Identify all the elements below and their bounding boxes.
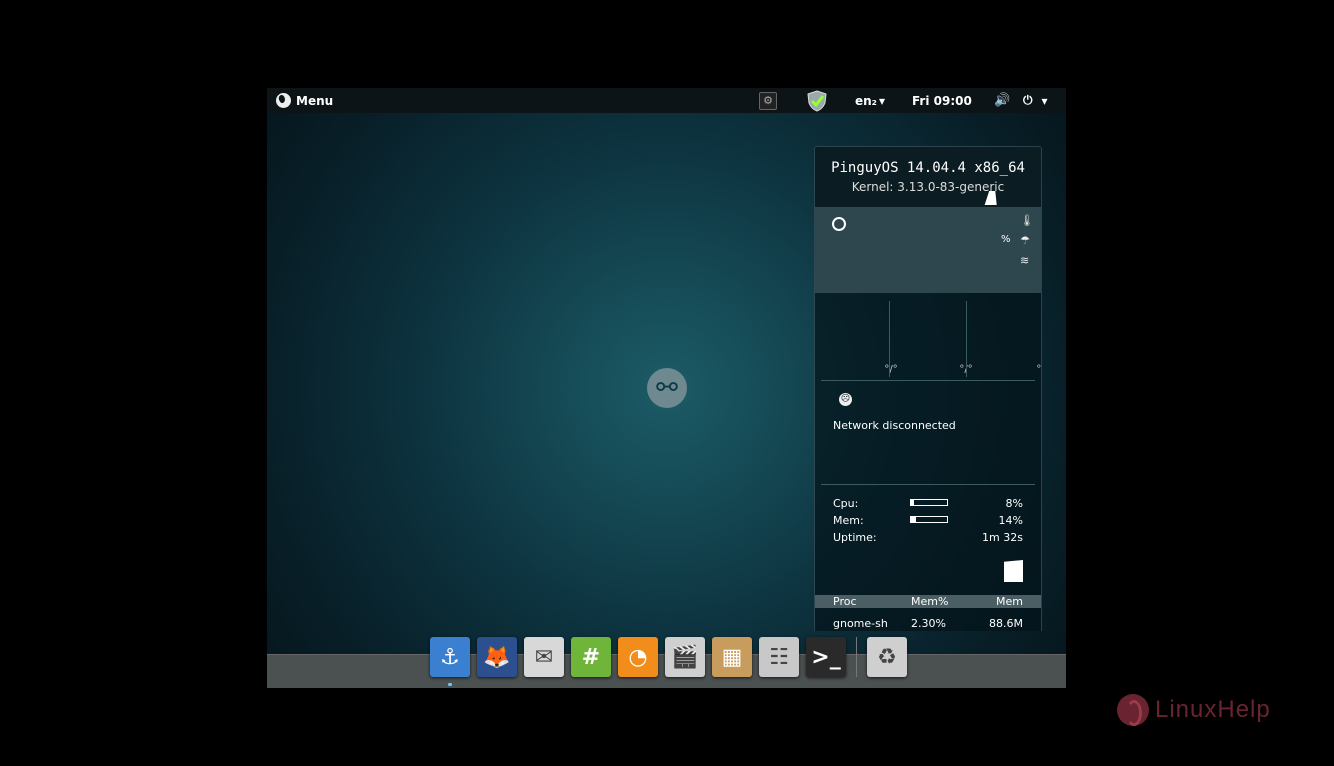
globe-icon	[276, 93, 291, 108]
dock-anchor-icon[interactable]: ⚓	[430, 637, 470, 686]
uptime-label: Uptime:	[833, 531, 877, 544]
mem-row: Mem: 14%	[833, 514, 1023, 528]
proc-mem: 88.6M	[989, 617, 1023, 630]
divider	[821, 484, 1035, 485]
dock-thunderbird-icon[interactable]: ✉	[524, 637, 564, 677]
forecast-day: °/°	[967, 301, 1042, 377]
uptime-row: Uptime: 1m 32s	[833, 531, 1023, 545]
wind-icon: ≋	[1020, 254, 1030, 267]
forecast-temp: °/°	[1036, 364, 1042, 375]
power-icon: ⏻	[1023, 93, 1033, 107]
cpu-graph	[1004, 560, 1023, 582]
language-label: en₂	[855, 93, 877, 108]
uptime-value: 1m 32s	[982, 531, 1023, 544]
os-title: PinguyOS 14.04.4 x86_64	[831, 160, 1025, 176]
umbrella-icon: ☂	[1020, 234, 1030, 247]
top-panel: Menu ⚙ en₂ ▾ Fri 09:00 🔊 ⏻ ▾	[267, 88, 1066, 113]
desktop-screen: Menu ⚙ en₂ ▾ Fri 09:00 🔊 ⏻ ▾ ⚯ PinguyOS …	[267, 88, 1066, 688]
watermark: LinuxHelp	[1117, 694, 1271, 726]
language-indicator[interactable]: en₂ ▾	[855, 88, 885, 113]
mem-column-header: Mem	[996, 595, 1023, 608]
running-indicator	[448, 683, 452, 686]
humidity-label: %	[1001, 234, 1011, 245]
menu-button[interactable]: Menu	[276, 88, 333, 113]
power-menu[interactable]: ⏻ ▾	[1023, 88, 1048, 113]
weather-section: % 🌡 ☂ ≋	[815, 208, 1041, 293]
menu-label: Menu	[296, 93, 334, 108]
forecast-day: °/°	[890, 301, 972, 377]
system-stats: Cpu: 8% Mem: 14% Uptime: 1m 32s	[815, 497, 1041, 597]
dock-trash-icon[interactable]: ♻	[867, 637, 907, 677]
network-status: Network disconnected	[833, 419, 956, 432]
conky-panel: PinguyOS 14.04.4 x86_64 Kernel: 3.13.0-8…	[814, 146, 1042, 631]
distro-logo-icon: ⚯	[647, 368, 687, 408]
mem-value: 14%	[998, 514, 1023, 527]
shield-icon	[807, 89, 827, 112]
process-table-header: Proc Mem% Mem	[815, 595, 1041, 608]
mem-label: Mem:	[833, 514, 864, 527]
system-header: PinguyOS 14.04.4 x86_64 Kernel: 3.13.0-8…	[815, 147, 1041, 208]
cpu-bar	[910, 499, 948, 506]
chevron-down-icon: ▾	[878, 93, 885, 108]
cpu-row: Cpu: 8%	[833, 497, 1023, 511]
network-section: ☹ Network disconnected	[815, 381, 1041, 486]
dock-archive-icon[interactable]: ▦	[712, 637, 752, 677]
dock-hashtag-icon[interactable]: #	[571, 637, 611, 677]
cpu-value: 8%	[1005, 497, 1023, 510]
table-row: gnome-sh 2.30% 88.6M	[815, 617, 1041, 631]
proc-name: gnome-sh	[833, 617, 888, 630]
proc-column-header: Proc	[833, 595, 857, 608]
mem-bar-fill	[911, 517, 917, 522]
dock-items: ⚓ 🦊 ✉ # ◔ 🎬 ▦ ☷ >_ ♻	[430, 637, 907, 686]
forecast-day: °/°	[815, 301, 897, 377]
dock-separator	[856, 637, 857, 677]
network-sad-face-icon: ☹	[839, 393, 852, 406]
mem-pct-column-header: Mem%	[911, 595, 949, 608]
dock-terminal-icon[interactable]: >_	[806, 637, 846, 677]
dock-clapper-icon[interactable]: 🎬	[665, 637, 705, 677]
dock-mixer-icon[interactable]: ☷	[759, 637, 799, 677]
forecast-section: °/° °/° °/°	[815, 293, 1041, 381]
volume-icon[interactable]: 🔊	[994, 88, 1010, 113]
mem-bar	[910, 516, 948, 523]
chevron-down-icon: ▾	[1041, 93, 1048, 108]
proc-mem-pct: 2.30%	[911, 617, 946, 630]
settings-indicator[interactable]: ⚙	[759, 88, 777, 113]
weather-condition-icon	[832, 217, 846, 231]
shield-indicator[interactable]	[807, 88, 827, 113]
cpu-label: Cpu:	[833, 497, 859, 510]
gear-icon: ⚙	[759, 91, 777, 110]
watermark-text: LinuxHelp	[1155, 696, 1271, 723]
dock-firefox-icon[interactable]: 🦊	[477, 637, 517, 677]
kernel-version: Kernel: 3.13.0-83-generic	[851, 180, 1005, 194]
thermometer-icon: 🌡	[1020, 214, 1034, 227]
cpu-bar-fill	[911, 500, 914, 505]
dock-orange-icon[interactable]: ◔	[618, 637, 658, 677]
clock[interactable]: Fri 09:00	[912, 88, 972, 113]
linuxhelp-logo-icon	[1117, 694, 1149, 726]
